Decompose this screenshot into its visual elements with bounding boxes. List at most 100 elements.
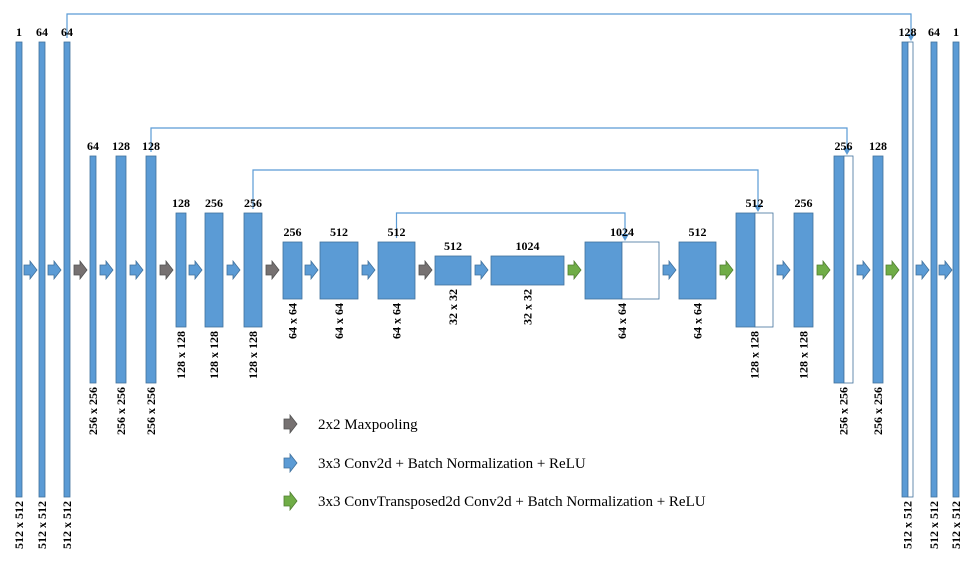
conv-arrow (226, 259, 241, 281)
size-label: 32 x 32 (446, 289, 460, 325)
size-label: 64 x 64 (390, 303, 404, 339)
feature-block (952, 41, 960, 498)
conv-arrow (304, 259, 319, 281)
feature-map-e2b (115, 155, 127, 384)
size-label: 128 x 128 (797, 331, 811, 379)
channel-label: 128 (112, 139, 130, 153)
feature-block (38, 41, 46, 498)
skip-line (150, 127, 848, 152)
feature-map-d3b (793, 212, 814, 328)
channel-label: 128 (869, 139, 887, 153)
legend-label: 2x2 Maxpooling (318, 417, 418, 433)
channel-label: 512 (330, 225, 348, 239)
feature-map-e1c (63, 41, 71, 498)
feature-block (89, 155, 97, 384)
feature-block-concat (621, 241, 660, 300)
feature-block-concat (843, 155, 854, 384)
conv-arrow (776, 259, 791, 281)
maxpool-arrow (159, 259, 174, 281)
feature-block (872, 155, 884, 384)
feature-map-e4b (319, 241, 359, 300)
feature-map-e4a (282, 241, 303, 300)
feature-block (243, 212, 263, 328)
size-label: 512 x 512 (60, 501, 74, 549)
feature-map-b1 (434, 255, 472, 286)
channel-label: 512 (689, 225, 707, 239)
size-label: 512 x 512 (949, 501, 963, 549)
feature-block (115, 155, 127, 384)
feature-map-d4a (584, 241, 660, 300)
unet-architecture-diagram: 1 512 x 512 64 512 x 512 64 512 x 512 64 256 x … (12, 13, 963, 549)
feature-block (63, 41, 71, 498)
feature-block (145, 155, 157, 384)
feature-block (490, 255, 565, 286)
feature-map-e2c (145, 155, 157, 384)
feature-block (175, 212, 187, 328)
size-label: 256 x 256 (86, 387, 100, 435)
feature-block (204, 212, 224, 328)
size-label: 512 x 512 (35, 501, 49, 549)
channel-label: 256 (795, 196, 813, 210)
channel-label: 64 (87, 139, 99, 153)
feature-map-b2 (490, 255, 565, 286)
feature-map-e3c (243, 212, 263, 328)
skip-line (395, 212, 626, 238)
size-label: 64 x 64 (691, 303, 705, 339)
skip-connection-e3c-d3a (252, 169, 762, 212)
channel-label: 64 (928, 25, 940, 39)
maxpool-arrow (418, 259, 433, 281)
upconv-arrow (816, 259, 831, 281)
size-label: 64 x 64 (286, 303, 300, 339)
size-label: 64 x 64 (615, 303, 629, 339)
channel-label: 128 (172, 196, 190, 210)
legend-upconv-arrow (283, 490, 298, 512)
legend-maxpool-arrow (283, 413, 298, 435)
conv-arrow (129, 259, 144, 281)
channel-label: 256 (205, 196, 223, 210)
feature-map-e1b (38, 41, 46, 498)
channel-label: 256 (284, 225, 302, 239)
legend-item-conv: 3x3 Conv2d + Batch Normalization + ReLU (283, 452, 586, 474)
conv-arrow (99, 259, 114, 281)
legend-item-maxpool: 2x2 Maxpooling (283, 413, 418, 435)
feature-block-concat (907, 41, 914, 498)
feature-block-filled (735, 212, 756, 328)
conv-arrow (662, 259, 677, 281)
feature-block (793, 212, 814, 328)
skip-connection-e4c-d4a (395, 212, 629, 241)
size-label: 128 x 128 (246, 331, 260, 379)
channel-label: 64 (61, 25, 73, 39)
size-label: 128 x 128 (207, 331, 221, 379)
feature-block (319, 241, 359, 300)
upconv-arrow (567, 259, 582, 281)
feature-map-d3a (735, 212, 774, 328)
channel-label: 512 (444, 239, 462, 253)
size-label: 256 x 256 (144, 387, 158, 435)
channel-label: 128 (899, 25, 917, 39)
feature-map-e2a (89, 155, 97, 384)
feature-map-d1b (930, 41, 938, 498)
feature-map-e4c (377, 241, 416, 300)
feature-map-d1c (952, 41, 960, 498)
feature-map-d4b (678, 241, 717, 300)
size-label: 32 x 32 (521, 289, 535, 325)
channel-label: 256 (835, 139, 853, 153)
conv-arrow (474, 259, 489, 281)
upconv-arrow (719, 259, 734, 281)
skip-line (66, 13, 912, 38)
channel-label: 1 (953, 25, 959, 39)
size-label: 512 x 512 (12, 501, 26, 549)
upconv-arrow (885, 259, 900, 281)
skip-connection-e2c-d2a (150, 127, 851, 155)
channel-label: 512 (746, 196, 764, 210)
conv-arrow (23, 259, 38, 281)
feature-map-d2b (872, 155, 884, 384)
legend-label: 3x3 Conv2d + Batch Normalization + ReLU (318, 456, 586, 472)
conv-arrow (361, 259, 376, 281)
conv-arrow (915, 259, 930, 281)
channel-label: 1 (16, 25, 22, 39)
maxpool-arrow (73, 259, 88, 281)
channel-label: 64 (36, 25, 48, 39)
feature-block-filled (584, 241, 623, 300)
feature-block (930, 41, 938, 498)
